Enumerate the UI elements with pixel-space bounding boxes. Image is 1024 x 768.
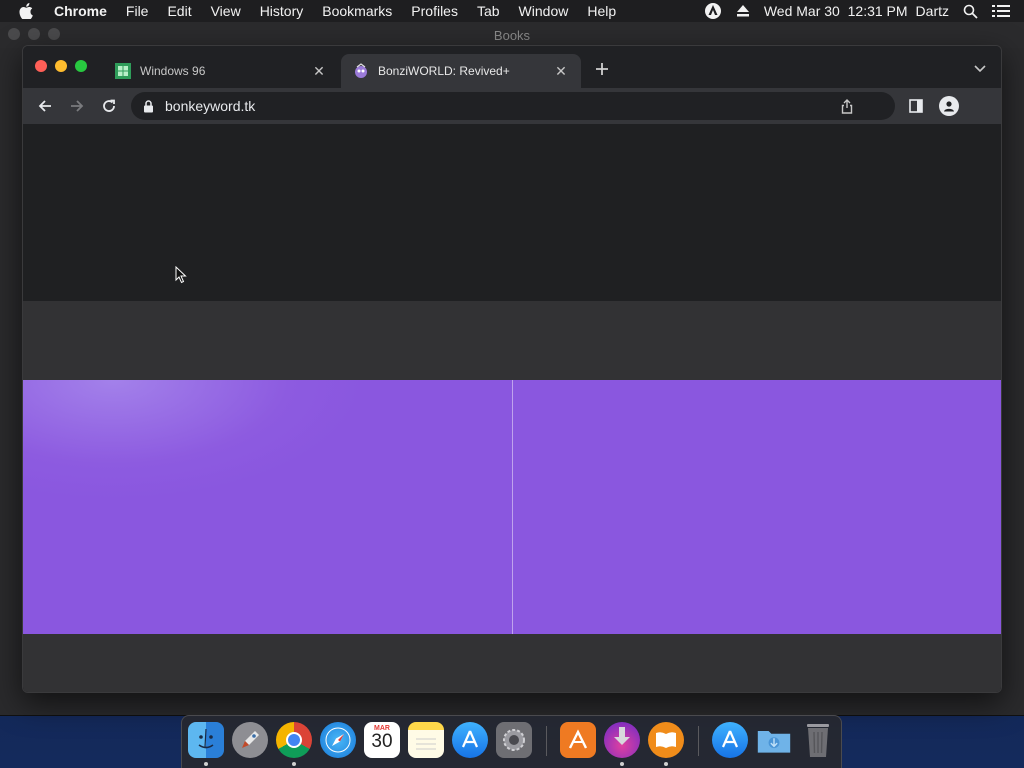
- mouse-pointer-icon: [175, 265, 187, 284]
- menu-window[interactable]: Window: [519, 3, 569, 19]
- reload-icon[interactable]: [99, 96, 119, 116]
- control-center-icon[interactable]: [992, 4, 1010, 18]
- page-bar: [23, 301, 1001, 380]
- zoom-window-button[interactable]: [75, 60, 87, 72]
- chrome-icon[interactable]: [276, 722, 312, 758]
- books-icon[interactable]: [648, 722, 684, 758]
- menu-view[interactable]: View: [211, 3, 241, 19]
- menu-history[interactable]: History: [260, 3, 304, 19]
- chrome-running-indicator: [292, 762, 296, 766]
- tab-title: Windows 96: [140, 64, 206, 78]
- status-app-icon[interactable]: [704, 2, 722, 20]
- dock-separator: [698, 726, 699, 756]
- menu-app-name[interactable]: Chrome: [54, 3, 107, 19]
- tab-strip: Windows 96 ✕ BonziWORLD: Revived+ ✕: [23, 46, 1001, 88]
- menu-bookmarks[interactable]: Bookmarks: [322, 3, 392, 19]
- dock: MAR 30: [181, 715, 842, 768]
- page-header-area: [23, 124, 1001, 301]
- menu-help[interactable]: Help: [587, 3, 616, 19]
- download-app-running-indicator: [620, 762, 624, 766]
- calendar-icon[interactable]: MAR 30: [364, 722, 400, 758]
- url-text: bonkeyword.tk: [165, 98, 256, 114]
- applications-stack-icon[interactable]: [712, 722, 748, 758]
- menu-profiles[interactable]: Profiles: [411, 3, 458, 19]
- apple-menu-icon[interactable]: [19, 0, 35, 22]
- books-running-indicator: [664, 762, 668, 766]
- system-preferences-icon[interactable]: [496, 722, 532, 758]
- books-minimize-button[interactable]: [28, 28, 40, 40]
- menu-tab[interactable]: Tab: [477, 3, 500, 19]
- window-controls: [35, 60, 95, 72]
- eject-icon[interactable]: [736, 5, 750, 17]
- books-zoom-button[interactable]: [48, 28, 60, 40]
- bonzi-icon: [353, 63, 369, 79]
- page-viewport[interactable]: [23, 124, 1001, 692]
- profile-avatar-icon[interactable]: [939, 96, 959, 116]
- books-close-button[interactable]: [8, 28, 20, 40]
- close-tab-icon[interactable]: ✕: [553, 63, 569, 79]
- forward-arrow-icon[interactable]: [67, 96, 87, 116]
- windows96-icon: [115, 63, 131, 79]
- tab-search-chevron-icon[interactable]: [973, 62, 987, 76]
- tab-title: BonziWORLD: Revived+: [378, 64, 510, 78]
- downloads-folder-icon[interactable]: [756, 722, 792, 758]
- books-window-controls: [8, 28, 68, 40]
- spotlight-icon[interactable]: [963, 4, 978, 19]
- new-tab-icon[interactable]: [593, 60, 611, 78]
- page-footer-bar: [23, 634, 1001, 692]
- launchpad-icon[interactable]: [232, 722, 268, 758]
- browser-toolbar: bonkeyword.tk: [23, 88, 1001, 124]
- dock-separator: [546, 726, 547, 756]
- canvas-divider: [512, 380, 513, 634]
- app-store-icon[interactable]: [452, 722, 488, 758]
- tab-bonziworld[interactable]: BonziWORLD: Revived+ ✕: [341, 54, 581, 88]
- finder-running-indicator: [204, 762, 208, 766]
- books-window-title: Books: [493, 27, 531, 43]
- menu-user[interactable]: Dartz: [916, 3, 949, 19]
- back-arrow-icon[interactable]: [35, 96, 55, 116]
- bonzi-canvas[interactable]: [23, 380, 1001, 634]
- share-icon[interactable]: [839, 98, 855, 114]
- download-app-icon[interactable]: [604, 722, 640, 758]
- chrome-window: Windows 96 ✕ BonziWORLD: Revived+ ✕ bonk…: [22, 45, 1002, 693]
- menu-edit[interactable]: Edit: [167, 3, 191, 19]
- minimize-window-button[interactable]: [55, 60, 67, 72]
- finder-icon[interactable]: [188, 722, 224, 758]
- notes-icon[interactable]: [408, 722, 444, 758]
- menu-bar: Chrome File Edit View History Bookmarks …: [0, 0, 1024, 22]
- address-bar[interactable]: bonkeyword.tk: [131, 92, 895, 120]
- safari-icon[interactable]: [320, 722, 356, 758]
- orange-app-icon[interactable]: [560, 722, 596, 758]
- tab-windows-96[interactable]: Windows 96 ✕: [103, 54, 339, 88]
- close-tab-icon[interactable]: ✕: [311, 63, 327, 79]
- menu-file[interactable]: File: [126, 3, 149, 19]
- close-window-button[interactable]: [35, 60, 47, 72]
- lock-icon[interactable]: [143, 99, 155, 113]
- trash-icon[interactable]: [800, 722, 836, 758]
- calendar-day: 30: [371, 731, 393, 752]
- menu-clock[interactable]: Wed Mar 30 12:31 PM: [764, 3, 908, 19]
- side-panel-icon[interactable]: [907, 97, 925, 115]
